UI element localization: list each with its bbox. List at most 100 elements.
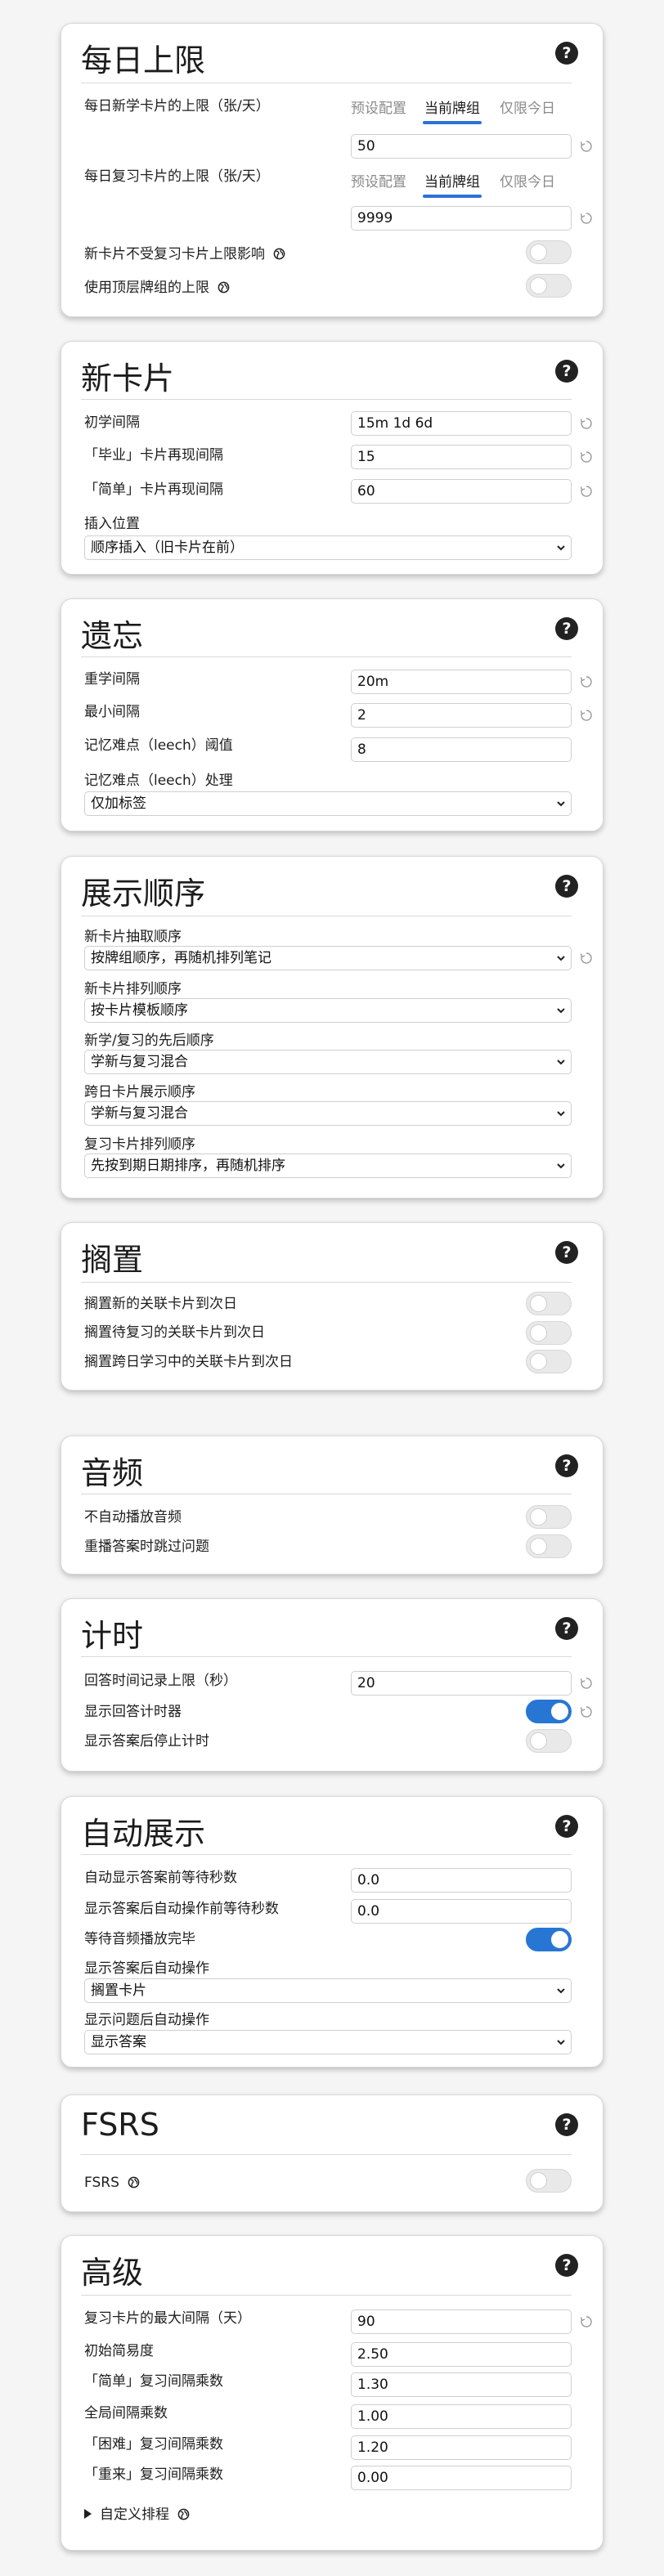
new-review-order-select[interactable]: 学新与复习混合 xyxy=(84,1050,572,1074)
bury-review-toggle[interactable] xyxy=(526,1321,572,1345)
revert-icon[interactable] xyxy=(580,1705,593,1718)
help-icon[interactable]: ? xyxy=(555,875,578,898)
leech-action-select[interactable]: 仅加标签 xyxy=(84,791,572,816)
chevron-down-icon xyxy=(557,1008,565,1014)
minimum-interval-input[interactable]: 2 xyxy=(351,703,572,728)
revert-icon[interactable] xyxy=(580,952,593,965)
tab-today-only[interactable]: 仅限今日 xyxy=(500,171,555,194)
new-limit-tabs: 预设配置 当前牌组 仅限今日 xyxy=(351,97,580,125)
burying-card: 搁置 ? 搁置新的关联卡片到次日 搁置待复习的关联卡片到次日 搁置跨日学习中的关… xyxy=(61,1222,603,1391)
tab-today-only[interactable]: 仅限今日 xyxy=(500,97,555,120)
new-gather-select[interactable]: 按牌组顺序，再随机排列笔记 xyxy=(84,946,572,970)
relearning-steps-input[interactable]: 20m xyxy=(351,670,572,694)
new-limit-input[interactable]: 50 xyxy=(351,134,572,159)
bury-new-toggle[interactable] xyxy=(526,1292,572,1315)
revert-icon[interactable] xyxy=(580,417,593,430)
revert-icon[interactable] xyxy=(580,675,593,688)
bury-new-label: 搁置新的关联卡片到次日 xyxy=(84,1296,237,1312)
help-icon[interactable]: ? xyxy=(555,617,578,640)
help-icon[interactable]: ? xyxy=(555,1241,578,1264)
max-answer-seconds-input[interactable]: 20 xyxy=(351,1671,572,1696)
toggle-knob xyxy=(530,244,547,261)
help-icon[interactable]: ? xyxy=(555,2254,578,2277)
custom-scheduling-disclosure[interactable]: 自定义排程 xyxy=(84,2506,190,2524)
review-limit-label: 每日复习卡片的上限（张/天） xyxy=(84,168,270,185)
tab-this-deck[interactable]: 当前牌组 xyxy=(423,171,482,198)
tab-preset[interactable]: 预设配置 xyxy=(351,171,406,194)
insertion-order-select[interactable]: 顺序插入（旧卡片在前） xyxy=(84,535,572,560)
skip-question-toggle[interactable] xyxy=(526,1534,572,1558)
help-icon[interactable]: ? xyxy=(555,360,578,383)
revert-icon[interactable] xyxy=(580,709,593,722)
toggle-knob xyxy=(530,1324,547,1342)
help-icon[interactable]: ? xyxy=(555,1617,578,1640)
seconds-to-question-input[interactable]: 0.0 xyxy=(351,1899,572,1924)
help-icon[interactable]: ? xyxy=(555,42,578,65)
interday-order-select[interactable]: 学新与复习混合 xyxy=(84,1101,572,1126)
revert-icon[interactable] xyxy=(580,2315,593,2328)
new-sort-select[interactable]: 按卡片模板顺序 xyxy=(84,998,572,1023)
chevron-down-icon xyxy=(557,1111,565,1117)
question-action-select[interactable]: 显示答案 xyxy=(84,2030,572,2054)
fsrs-title: FSRS xyxy=(81,2107,159,2143)
wait-audio-toggle[interactable] xyxy=(526,1928,572,1951)
new-ignore-review-toggle[interactable] xyxy=(526,240,572,264)
revert-icon[interactable] xyxy=(580,212,593,225)
starting-ease-input[interactable]: 2.50 xyxy=(351,2342,572,2367)
title-divider xyxy=(81,2154,572,2155)
max-interval-input[interactable]: 90 xyxy=(351,2309,572,2334)
interval-modifier-input[interactable]: 1.00 xyxy=(351,2404,572,2429)
chevron-down-icon xyxy=(557,2040,565,2045)
fsrs-toggle[interactable] xyxy=(526,2169,572,2193)
show-timer-toggle[interactable] xyxy=(526,1700,572,1723)
graduating-interval-label: 「毕业」卡片再现间隔 xyxy=(84,447,223,464)
hard-interval-label: 「困难」复习间隔乘数 xyxy=(84,2436,223,2453)
toggle-knob xyxy=(530,1295,547,1312)
review-sort-select[interactable]: 先按到期日期排序，再随机排序 xyxy=(84,1154,572,1178)
easy-bonus-label: 「简单」复习间隔乘数 xyxy=(84,2373,223,2390)
tab-this-deck[interactable]: 当前牌组 xyxy=(423,97,482,124)
graduating-interval-input[interactable]: 15 xyxy=(351,445,572,469)
stop-timer-toggle[interactable] xyxy=(526,1729,572,1753)
revert-icon[interactable] xyxy=(580,1677,593,1690)
top-deck-limit-toggle[interactable] xyxy=(526,274,572,298)
toggle-knob xyxy=(530,1508,547,1525)
bury-interday-toggle[interactable] xyxy=(526,1350,572,1373)
burying-title: 搁置 xyxy=(81,1242,144,1278)
wait-audio-label: 等待音频播放完毕 xyxy=(84,1931,195,1947)
revert-icon[interactable] xyxy=(580,140,593,153)
help-icon[interactable]: ? xyxy=(555,2113,578,2136)
auto-advance-card: 自动展示 ? 自动显示答案前等待秒数 0.0 显示答案后自动操作前等待秒数 0.… xyxy=(61,1796,603,2068)
easy-bonus-input[interactable]: 1.30 xyxy=(351,2372,572,2397)
disclosure-triangle-icon xyxy=(84,2509,92,2519)
bury-interday-label: 搁置跨日学习中的关联卡片到次日 xyxy=(84,1354,293,1370)
hard-interval-input[interactable]: 1.20 xyxy=(351,2435,572,2460)
toggle-knob xyxy=(530,1353,547,1370)
seconds-to-answer-input[interactable]: 0.0 xyxy=(351,1868,572,1893)
new-interval-input[interactable]: 0.00 xyxy=(351,2466,572,2490)
toggle-knob xyxy=(530,277,547,294)
leech-threshold-input[interactable]: 8 xyxy=(351,737,572,762)
new-cards-card: 新卡片 ? 初学间隔 15m 1d 6d 「毕业」卡片再现间隔 15 「简单」卡… xyxy=(61,341,603,575)
display-order-card: 展示顺序 ? 新卡片抽取顺序 按牌组顺序，再随机排列笔记 新卡片排列顺序 按卡片… xyxy=(61,856,603,1198)
help-icon[interactable]: ? xyxy=(555,1454,578,1477)
easy-interval-input[interactable]: 60 xyxy=(351,479,572,504)
no-autoplay-toggle[interactable] xyxy=(526,1505,572,1529)
title-divider xyxy=(81,1656,572,1657)
show-timer-label: 显示回答计时器 xyxy=(84,1704,182,1720)
toggle-knob xyxy=(551,1703,568,1720)
new-gather-label: 新卡片抽取顺序 xyxy=(84,929,182,945)
fsrs-card: FSRS ? FSRS xyxy=(61,2094,603,2212)
display-order-title: 展示顺序 xyxy=(81,876,206,912)
answer-action-select[interactable]: 搁置卡片 xyxy=(84,1978,572,2003)
lapses-card: 遗忘 ? 重学间隔 20m 最小间隔 2 记忆难点（leech）阈值 8 记忆难… xyxy=(61,598,603,831)
review-limit-input[interactable]: 9999 xyxy=(351,206,572,231)
revert-icon[interactable] xyxy=(580,485,593,498)
help-icon[interactable]: ? xyxy=(555,1815,578,1838)
title-divider xyxy=(81,656,572,657)
tab-preset[interactable]: 预设配置 xyxy=(351,97,406,120)
learning-steps-input[interactable]: 15m 1d 6d xyxy=(351,411,572,436)
advanced-card: 高级 ? 复习卡片的最大间隔（天） 90 初始简易度 2.50 「简单」复习间隔… xyxy=(61,2235,603,2551)
revert-icon[interactable] xyxy=(580,450,593,464)
new-sort-label: 新卡片排列顺序 xyxy=(84,981,182,997)
